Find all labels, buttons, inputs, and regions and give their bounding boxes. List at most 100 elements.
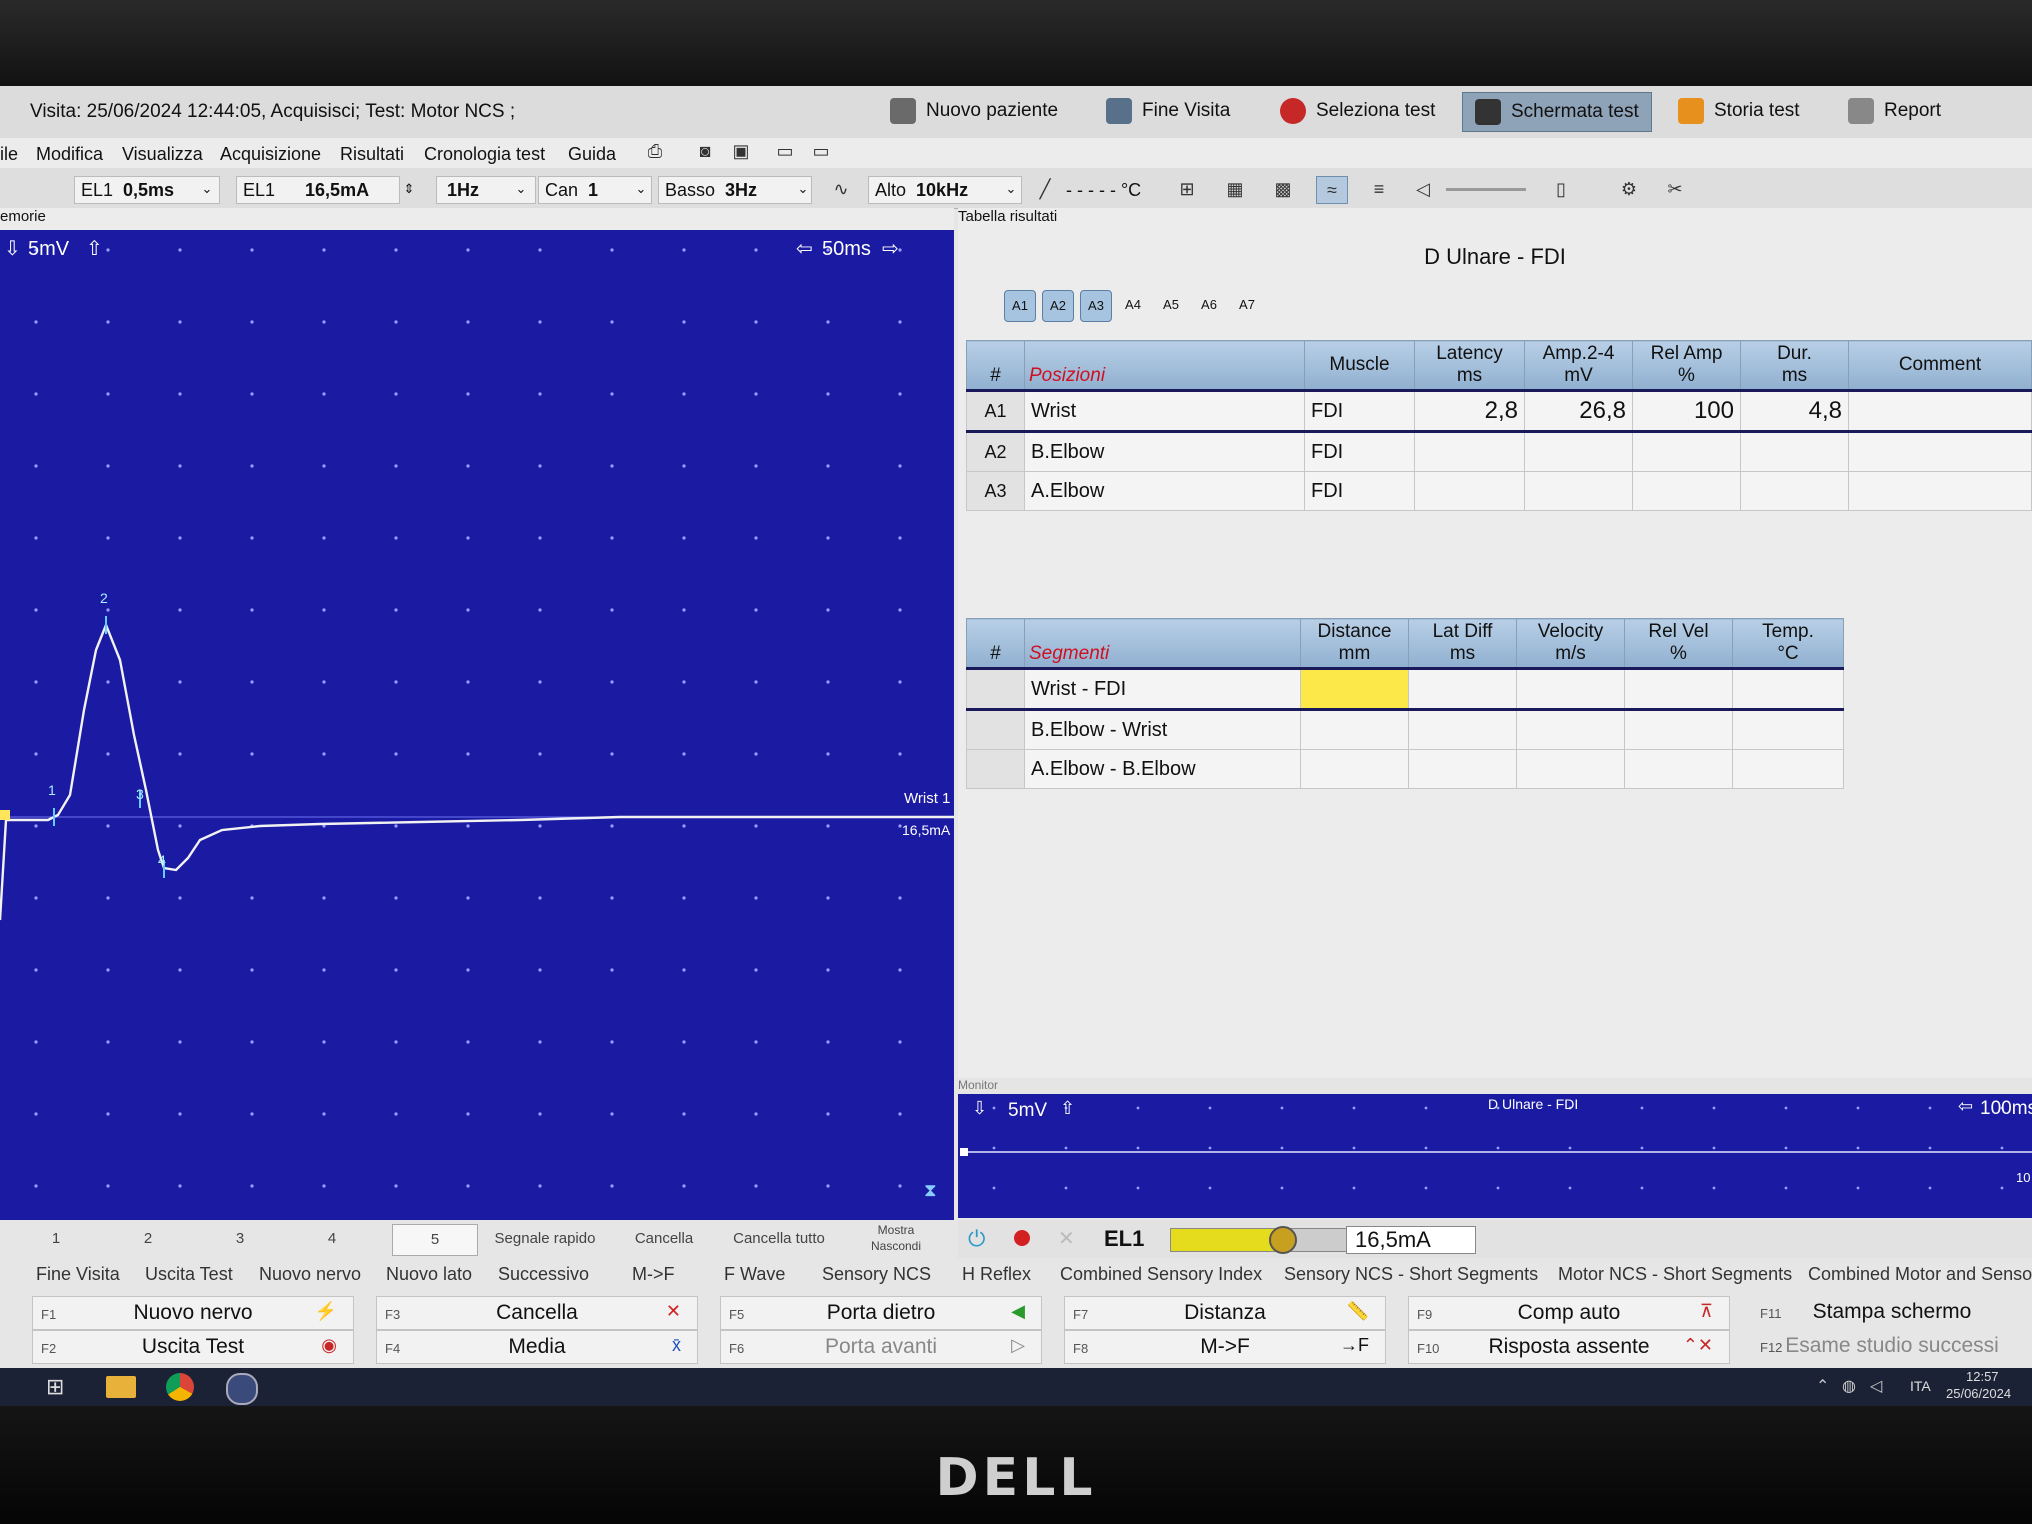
network-icon[interactable]: ◍ xyxy=(1842,1376,1856,1396)
seg-temp[interactable] xyxy=(1732,667,1844,711)
low-filter-select[interactable]: Basso 3Hz xyxy=(658,176,812,204)
chrome-icon[interactable] xyxy=(166,1373,194,1401)
seg-relvel[interactable] xyxy=(1624,709,1733,750)
f5-move-back-button[interactable]: F5 Porta dietro ◀ xyxy=(720,1296,1042,1330)
test-h-reflex[interactable]: H Reflex xyxy=(962,1264,1031,1285)
row-duration[interactable]: 4,8 xyxy=(1740,389,1849,433)
file-explorer-icon[interactable] xyxy=(106,1376,136,1398)
seg-temp[interactable] xyxy=(1732,709,1844,750)
clear-button[interactable]: Cancella xyxy=(614,1224,714,1254)
seg-name[interactable]: A.Elbow - B.Elbow xyxy=(1024,749,1301,789)
test-screen-button[interactable]: Schermata test xyxy=(1462,92,1652,132)
f8-m-f-button[interactable]: F8 M->F →F xyxy=(1064,1330,1386,1364)
f6-move-forward-button[interactable]: F6 Porta avanti ▷ xyxy=(720,1330,1042,1364)
speaker-icon[interactable]: ◁ xyxy=(1408,176,1438,202)
seg-relvel[interactable] xyxy=(1624,667,1733,711)
trace-tab-5[interactable]: 5 xyxy=(392,1224,478,1256)
test-successivo[interactable]: Successivo xyxy=(498,1264,589,1285)
row-comment[interactable] xyxy=(1848,431,2032,472)
menu-cronologia[interactable]: Cronologia test xyxy=(424,144,545,165)
test-sensory-ncs[interactable]: Sensory NCS xyxy=(822,1264,931,1285)
clock-date[interactable]: 25/06/2024 xyxy=(1946,1386,2011,1401)
end-visit-button[interactable]: Fine Visita xyxy=(1094,92,1242,130)
row-rel-amp[interactable] xyxy=(1632,431,1741,472)
tray-chevron-icon[interactable]: ⌃ xyxy=(1816,1376,1829,1396)
duration-dropdown-icon[interactable]: ⌄ xyxy=(196,176,218,202)
notch-filter-icon[interactable]: ∿ xyxy=(826,176,856,202)
distance-input[interactable] xyxy=(1300,709,1409,750)
row-site[interactable]: Wrist xyxy=(1024,389,1305,433)
test-motor-short-segments[interactable]: Motor NCS - Short Segments xyxy=(1558,1264,1792,1285)
stimulus-intensity-field[interactable]: EL1 16,5mA xyxy=(236,176,400,204)
table-row[interactable]: A1 Wrist FDI 2,8 26,8 100 4,8 xyxy=(966,389,2032,433)
seg-temp[interactable] xyxy=(1732,749,1844,789)
intensity-stepper[interactable]: ⇕ xyxy=(398,176,420,202)
test-nuovo-nervo[interactable]: Nuovo nervo xyxy=(259,1264,361,1285)
trace-tab-1[interactable]: 1 xyxy=(36,1224,76,1254)
page-setup-icon[interactable]: ▯ xyxy=(1546,176,1576,202)
f10-absent-response-button[interactable]: F10 Risposta assente ⌃✕ xyxy=(1408,1330,1730,1364)
site-button-a4[interactable]: A4 xyxy=(1118,290,1148,320)
power-icon[interactable]: ⏻ xyxy=(968,1226,985,1252)
clock-time[interactable]: 12:57 xyxy=(1966,1369,1999,1384)
right-arrow-icon[interactable]: ⇨ xyxy=(882,236,899,261)
low-filter-dropdown-icon[interactable]: ⌄ xyxy=(792,176,814,202)
quick-signal-button[interactable]: Segnale rapido xyxy=(486,1224,604,1254)
table-row[interactable]: Wrist - FDI xyxy=(966,667,1844,711)
wave-mode-icon[interactable]: ≈ xyxy=(1316,176,1348,204)
row-latency[interactable]: 2,8 xyxy=(1414,389,1525,433)
site-button-a7[interactable]: A7 xyxy=(1232,290,1262,320)
f4-average-button[interactable]: F4 Media x̄ xyxy=(376,1330,698,1364)
row-muscle[interactable]: FDI xyxy=(1304,389,1415,433)
trace-tab-3[interactable]: 3 xyxy=(220,1224,260,1254)
row-comment[interactable] xyxy=(1848,471,2032,511)
intensity-slider-knob[interactable] xyxy=(1269,1226,1298,1254)
f3-clear-button[interactable]: F3 Cancella ✕ xyxy=(376,1296,698,1330)
table-row[interactable]: B.Elbow - Wrist xyxy=(966,709,1844,750)
waveform-display[interactable]: ⇩ 5mV ⇧ ⇦ 50ms ⇨ 1 2 3 4 Wrist 1 16,5mA … xyxy=(0,230,954,1220)
monitor-left-arrow-icon[interactable]: ⇦ xyxy=(1958,1096,1973,1117)
page-icon[interactable]: ≡ xyxy=(1364,176,1394,202)
row-duration[interactable] xyxy=(1740,431,1849,472)
distance-input[interactable] xyxy=(1300,667,1409,711)
row-amplitude[interactable] xyxy=(1524,471,1633,511)
row-muscle[interactable]: FDI xyxy=(1304,471,1415,511)
site-button-a2[interactable]: A2 xyxy=(1042,290,1074,322)
row-duration[interactable] xyxy=(1740,471,1849,511)
row-amplitude[interactable] xyxy=(1524,431,1633,472)
seg-latdiff[interactable] xyxy=(1408,749,1517,789)
test-nuovo-lato[interactable]: Nuovo lato xyxy=(386,1264,472,1285)
site-button-a3[interactable]: A3 xyxy=(1080,290,1112,322)
grid-icon[interactable]: ⊞ xyxy=(1172,176,1202,202)
volume-slider[interactable] xyxy=(1446,188,1526,191)
seg-velocity[interactable] xyxy=(1516,749,1625,789)
test-uscita-test[interactable]: Uscita Test xyxy=(145,1264,233,1285)
menu-visualizza[interactable]: Visualizza xyxy=(122,144,203,165)
speaker-tray-icon[interactable]: ◁ xyxy=(1870,1376,1882,1396)
menu-modifica[interactable]: Modifica xyxy=(36,144,103,165)
monitor-up-arrow-icon[interactable]: ⇧ xyxy=(1060,1098,1075,1119)
display-icon[interactable]: ▩ xyxy=(1268,176,1298,202)
test-combined-motor-sensory[interactable]: Combined Motor and Sensory xyxy=(1808,1264,2032,1285)
row-rel-amp[interactable]: 100 xyxy=(1632,389,1741,433)
report-button[interactable]: Report xyxy=(1836,92,1953,130)
trace-tab-4[interactable]: 4 xyxy=(312,1224,352,1254)
f2-exit-test-button[interactable]: F2 Uscita Test ◉ xyxy=(32,1330,354,1364)
channel-dropdown-icon[interactable]: ⌄ xyxy=(630,176,652,202)
row-rel-amp[interactable] xyxy=(1632,471,1741,511)
select-test-button[interactable]: Seleziona test xyxy=(1268,92,1447,130)
f7-distance-button[interactable]: F7 Distanza 📏 xyxy=(1064,1296,1386,1330)
monitor-down-arrow-icon[interactable]: ⇩ xyxy=(972,1098,987,1119)
seg-relvel[interactable] xyxy=(1624,749,1733,789)
test-f-wave[interactable]: F Wave xyxy=(724,1264,785,1285)
test-m-f[interactable]: M->F xyxy=(632,1264,675,1285)
settings-icon[interactable]: ⚙ xyxy=(1614,176,1644,202)
seg-name[interactable]: Wrist - FDI xyxy=(1024,667,1301,711)
intensity-slider[interactable] xyxy=(1170,1226,1356,1254)
record-button-icon[interactable] xyxy=(1014,1230,1030,1246)
menu-risultati[interactable]: Risultati xyxy=(340,144,404,165)
monitor-start-marker[interactable] xyxy=(960,1148,968,1156)
seg-velocity[interactable] xyxy=(1516,667,1625,711)
menu-file[interactable]: ile xyxy=(0,144,18,165)
trace-tab-2[interactable]: 2 xyxy=(128,1224,168,1254)
